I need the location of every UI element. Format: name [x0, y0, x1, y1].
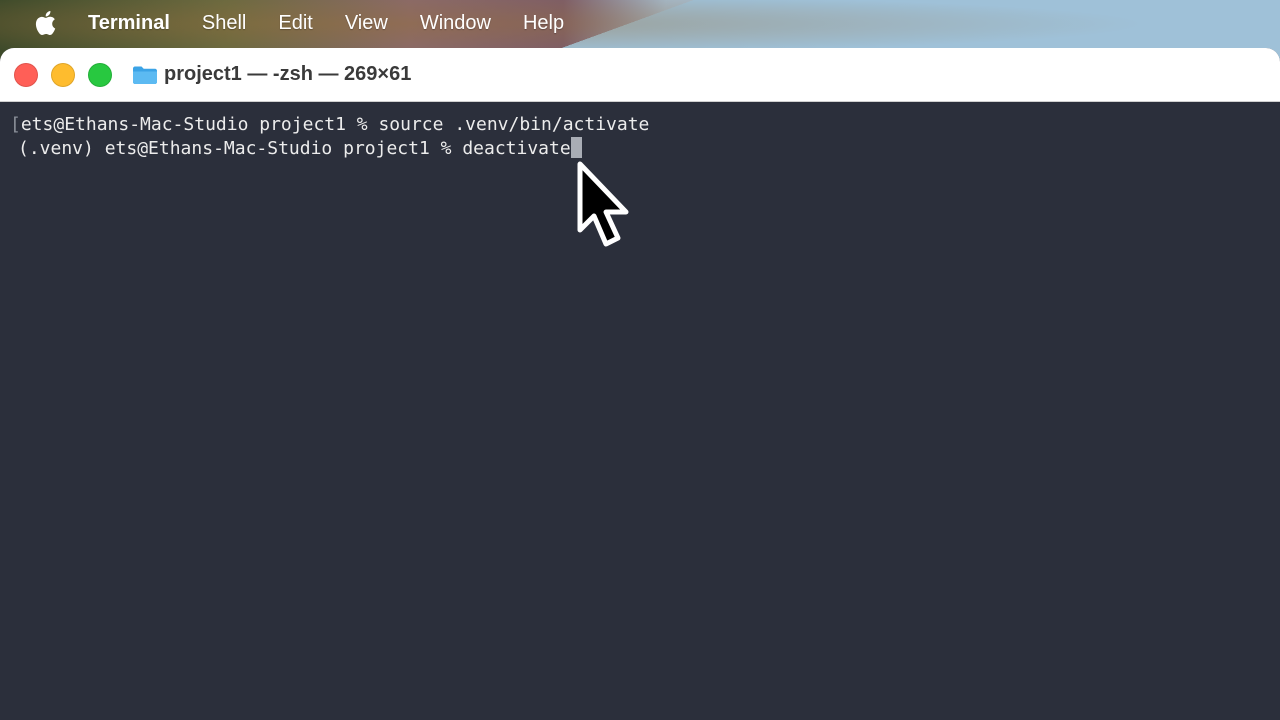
window-title: project1 — -zsh — 269×61 — [164, 63, 412, 85]
terminal-line: (.venv) ets@Ethans-Mac-Studio project1 %… — [18, 137, 582, 161]
menu-bar: Terminal Shell Edit View Window Help — [0, 0, 1280, 46]
menu-help[interactable]: Help — [523, 12, 564, 35]
terminal-line-text: ets@Ethans-Mac-Studio project1 % source … — [20, 114, 650, 135]
window-titlebar[interactable]: project1 — -zsh — 269×61 — [0, 48, 1280, 102]
close-button[interactable] — [14, 62, 38, 87]
text-cursor — [570, 137, 582, 158]
terminal-line: [ets@Ethans-Mac-Studio project1 % source… — [10, 113, 649, 137]
folder-icon[interactable] — [132, 65, 158, 85]
terminal-window: project1 — -zsh — 269×61 [ets@Ethans-Mac… — [0, 48, 1280, 720]
menu-shell[interactable]: Shell — [202, 12, 246, 35]
mouse-pointer-icon — [577, 161, 629, 247]
menu-app-name[interactable]: Terminal — [88, 12, 170, 35]
bracket-mark: [ — [10, 114, 21, 135]
terminal-line-text: (.venv) ets@Ethans-Mac-Studio project1 %… — [18, 138, 571, 159]
maximize-button[interactable] — [88, 62, 112, 87]
menu-view[interactable]: View — [345, 12, 388, 35]
terminal-content[interactable]: [ets@Ethans-Mac-Studio project1 % source… — [0, 102, 1280, 720]
menu-window[interactable]: Window — [420, 12, 491, 35]
menu-edit[interactable]: Edit — [278, 12, 312, 35]
minimize-button[interactable] — [51, 62, 75, 87]
apple-logo-icon[interactable] — [32, 9, 58, 37]
